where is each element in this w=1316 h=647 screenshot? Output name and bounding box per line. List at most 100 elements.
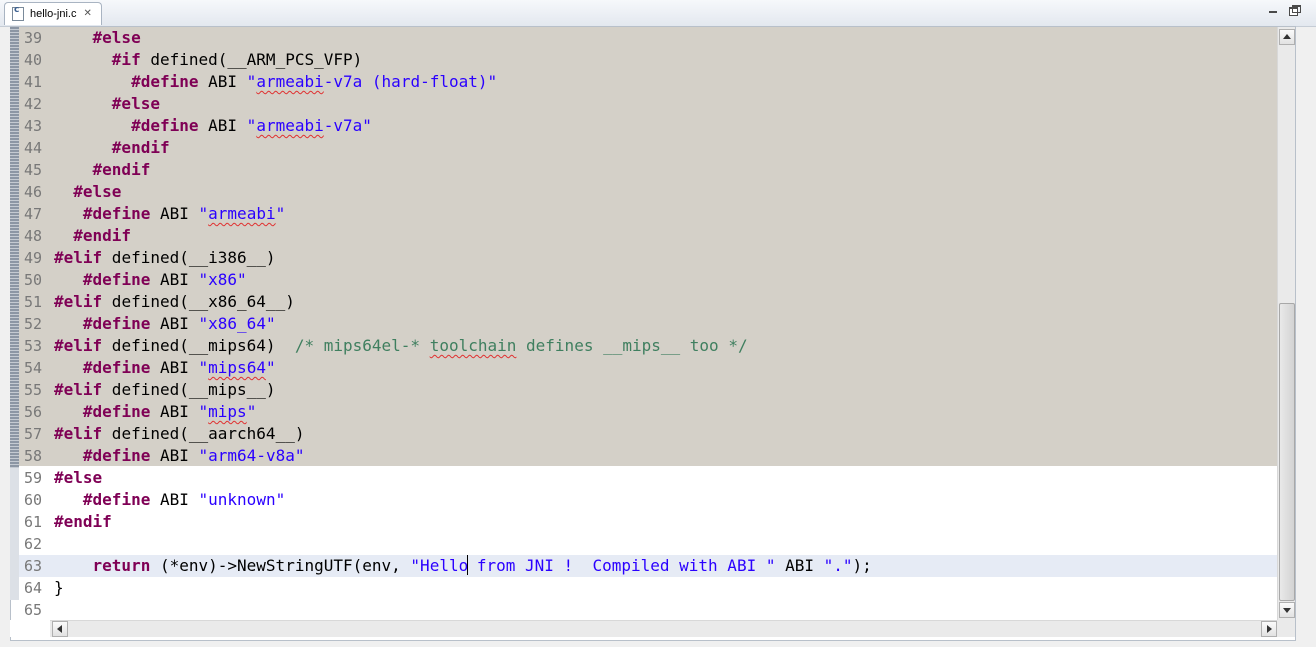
code-token: ABI [198,116,247,135]
code-line[interactable]: 55 #elif defined(__mips__) [19,379,1277,401]
code-text: #define ABI "armeabi" [54,203,285,225]
code-text: #define ABI "armeabi-v7a" [54,115,372,137]
code-text: #elif defined(__i386__) [54,247,276,269]
code-token: "x86" [198,270,247,289]
code-line[interactable]: 48 #endif [19,225,1277,247]
code-line[interactable]: 61 #endif [19,511,1277,533]
code-token: defined(__mips__) [102,380,276,399]
code-text: #define ABI "x86" [54,269,247,291]
code-line[interactable]: 44 #endif [19,137,1277,159]
code-line[interactable]: 62 [19,533,1277,555]
code-text: #define ABI "unknown" [54,489,285,511]
maximize-icon[interactable] [1287,4,1301,16]
vertical-scroll-thumb[interactable] [1279,303,1295,601]
line-number: 43 [23,117,42,135]
code-line[interactable]: 40 #if defined(__ARM_PCS_VFP) [19,49,1277,71]
code-token: #define [82,490,151,509]
code-line[interactable]: 60 #define ABI "unknown" [19,489,1277,511]
line-number: 41 [23,73,42,91]
code-text-area[interactable]: 39 #else 40 #if defined(__ARM_PCS_VFP) 41 … [19,27,1277,620]
code-token: } [54,578,64,597]
code-line[interactable]: 59 #else [19,467,1277,489]
code-line[interactable]: 56 #define ABI "mips" [19,401,1277,423]
code-token: defines __mips__ too */ [516,336,748,355]
code-token: /* mips64el-* [294,336,430,355]
code-token: ABI [150,358,199,377]
arrow-down-icon[interactable] [1279,602,1295,618]
code-line[interactable]: 57 #elif defined(__aarch64__) [19,423,1277,445]
code-line[interactable]: 50 #define ABI "x86" [19,269,1277,291]
code-token: #elif [54,336,103,355]
minimize-icon[interactable] [1266,4,1280,16]
code-text: #endif [54,225,131,247]
code-line[interactable]: 51 #elif defined(__x86_64__) [19,291,1277,313]
code-token: #endif [111,138,170,157]
code-line[interactable]: 45 #endif [19,159,1277,181]
editor-tab-bar: hello-jni.c ✕ [0,0,1316,27]
code-line[interactable]: 41 #define ABI "armeabi-v7a (hard-float)… [19,71,1277,93]
arrow-up-icon[interactable] [1279,29,1295,45]
code-token: #define [82,314,151,333]
code-line[interactable]: 64} [19,577,1277,599]
code-text: #elif defined(__x86_64__) [54,291,295,313]
code-token: ); [852,556,872,575]
line-number: 63 [23,557,42,575]
line-number: 39 [23,29,42,47]
code-text: #if defined(__ARM_PCS_VFP) [54,49,362,71]
line-number: 45 [23,161,42,179]
code-token: #endif [73,226,132,245]
line-number: 47 [23,205,42,223]
code-token: ABI [150,446,199,465]
code-token: #else [92,28,141,47]
code-token: #elif [54,424,103,443]
code-text: #elif defined(__mips__) [54,379,276,401]
code-line[interactable]: 39 #else [19,27,1277,49]
code-token: #define [82,204,151,223]
line-number: 54 [23,359,42,377]
code-line[interactable]: 63 return (*env)->NewStringUTF(env, "Hel… [19,555,1277,577]
code-token: "unknown" [198,490,286,509]
horizontal-scrollbar[interactable] [50,620,1277,637]
line-number: 50 [23,271,42,289]
code-line[interactable]: 47 #define ABI "armeabi" [19,203,1277,225]
line-number: 55 [23,381,42,399]
code-line[interactable]: 43 #define ABI "armeabi-v7a" [19,115,1277,137]
line-number: 42 [23,95,42,113]
code-token: (*env)->NewStringUTF(env, [150,556,411,575]
line-number: 65 [23,601,42,619]
line-number: 53 [23,337,42,355]
code-token: " [246,72,257,91]
code-line[interactable]: 42 #else [19,93,1277,115]
code-text: #define ABI "armeabi-v7a (hard-float)" [54,71,497,93]
code-line[interactable]: 53 #elif defined(__mips64) /* mips64el-* … [19,335,1277,357]
arrow-right-icon[interactable] [1261,621,1277,637]
line-number: 60 [23,491,42,509]
code-token: #elif [54,248,103,267]
code-token: ABI [150,204,199,223]
code-line[interactable]: 52 #define ABI "x86_64" [19,313,1277,335]
code-text: #elif defined(__mips64) /* mips64el-* to… [54,335,748,357]
code-line[interactable]: 58 #define ABI "arm64-v8a" [19,445,1277,467]
code-line[interactable]: 54 #define ABI "mips64" [19,357,1277,379]
code-token: " [265,358,276,377]
arrow-left-icon[interactable] [52,621,68,637]
line-number: 46 [23,183,42,201]
tab-hello-jni-c[interactable]: hello-jni.c ✕ [4,2,102,25]
tab-label: hello-jni.c [30,8,77,20]
code-line[interactable]: 46 #else [19,181,1277,203]
line-number: 58 [23,447,42,465]
vertical-scrollbar[interactable] [1277,27,1295,620]
code-line[interactable]: 49 #elif defined(__i386__) [19,247,1277,269]
close-icon[interactable]: ✕ [83,9,91,19]
left-ruler-unfolded [10,468,19,600]
code-line[interactable]: 65 [19,599,1277,620]
